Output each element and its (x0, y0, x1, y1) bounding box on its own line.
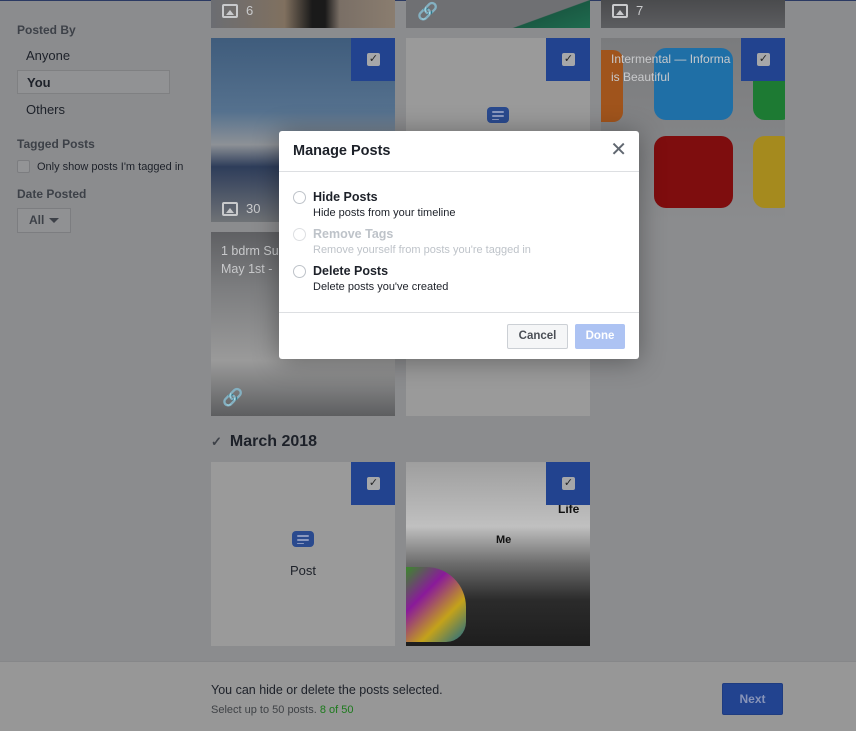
month-section-header[interactable]: ✓ March 2018 (211, 433, 317, 451)
link-icon: 🔗 (222, 388, 244, 407)
app-icon-red (654, 136, 733, 208)
post-tile-status[interactable]: ✓ Post (211, 462, 395, 646)
option-remove-tags: Remove Tags Remove yourself from posts y… (293, 226, 531, 258)
photo-count: 6 (222, 3, 253, 18)
photo-album-icon (612, 3, 628, 18)
radio-remove-tags (293, 228, 306, 241)
check-icon: ✓ (757, 53, 770, 66)
tagged-only-checkbox[interactable] (17, 160, 30, 173)
dialog-title: Manage Posts (293, 143, 391, 159)
post-tile-photo[interactable]: 6 (211, 0, 395, 28)
psychedelic-art (406, 567, 466, 642)
check-icon: ✓ (562, 477, 575, 490)
selected-badge[interactable]: ✓ (741, 38, 785, 81)
option-hide-posts[interactable]: Hide Posts Hide posts from your timeline (293, 189, 455, 221)
date-posted-dropdown[interactable]: All (17, 208, 71, 233)
post-tile-photo[interactable]: Me Life ✓ (406, 462, 590, 646)
radio-hide-posts[interactable] (293, 191, 306, 204)
check-icon[interactable]: ✓ (211, 434, 222, 450)
post-icon (292, 531, 314, 547)
cancel-button[interactable]: Cancel (507, 324, 568, 349)
filter-anyone[interactable]: Anyone (17, 44, 170, 68)
check-icon: ✓ (562, 53, 575, 66)
filter-you[interactable]: You (17, 70, 170, 94)
footer-message: You can hide or delete the posts selecte… (211, 683, 443, 697)
tagged-only-label: Only show posts I'm tagged in (37, 160, 184, 173)
filter-others[interactable]: Others (17, 98, 170, 122)
selection-count: 8 of 50 (319, 704, 354, 716)
tagged-only-row[interactable]: Only show posts I'm tagged in (17, 160, 183, 173)
caret-down-icon (49, 218, 60, 224)
link-caption: Intermental — Informa is Beautiful (611, 52, 731, 84)
post-tile-link[interactable]: 🔗 (406, 0, 590, 28)
selected-badge[interactable]: ✓ (351, 38, 395, 81)
link-icon: 🔗 (417, 2, 439, 21)
check-icon: ✓ (367, 53, 380, 66)
selected-badge[interactable]: ✓ (546, 462, 590, 505)
tagged-posts-title: Tagged Posts (17, 137, 95, 151)
app-icon-yellow (753, 136, 785, 208)
meme-text-me: Me (496, 534, 512, 546)
date-posted-title: Date Posted (17, 187, 87, 201)
post-icon (487, 107, 509, 123)
footer-limit: Select up to 50 posts. 8 of 50 (211, 704, 354, 716)
month-label: March 2018 (229, 433, 318, 450)
photo-count: 7 (612, 3, 643, 18)
done-button[interactable]: Done (575, 324, 625, 349)
photo-count: 30 (222, 201, 260, 216)
post-tile-photo[interactable]: 7 (601, 0, 785, 28)
next-button[interactable]: Next (722, 683, 783, 715)
link-caption: 1 bdrm Su May 1st - (221, 244, 279, 276)
radio-delete-posts[interactable] (293, 265, 306, 278)
manage-posts-dialog: Manage Posts ✕ Hide Posts Hide posts fro… (279, 131, 639, 359)
posted-by-title: Posted By (17, 23, 76, 37)
post-label: Post (289, 563, 316, 578)
selected-badge[interactable]: ✓ (351, 462, 395, 505)
dialog-header: Manage Posts ✕ (279, 131, 639, 172)
check-icon: ✓ (367, 477, 380, 490)
selection-footer: You can hide or delete the posts selecte… (0, 661, 856, 731)
photo-album-icon (222, 3, 238, 18)
date-posted-value: All (29, 213, 45, 227)
photo-album-icon (222, 201, 238, 216)
option-delete-posts[interactable]: Delete Posts Delete posts you've created (293, 263, 448, 295)
selected-badge[interactable]: ✓ (546, 38, 590, 81)
close-icon[interactable]: ✕ (610, 140, 627, 160)
dialog-divider (279, 312, 639, 313)
